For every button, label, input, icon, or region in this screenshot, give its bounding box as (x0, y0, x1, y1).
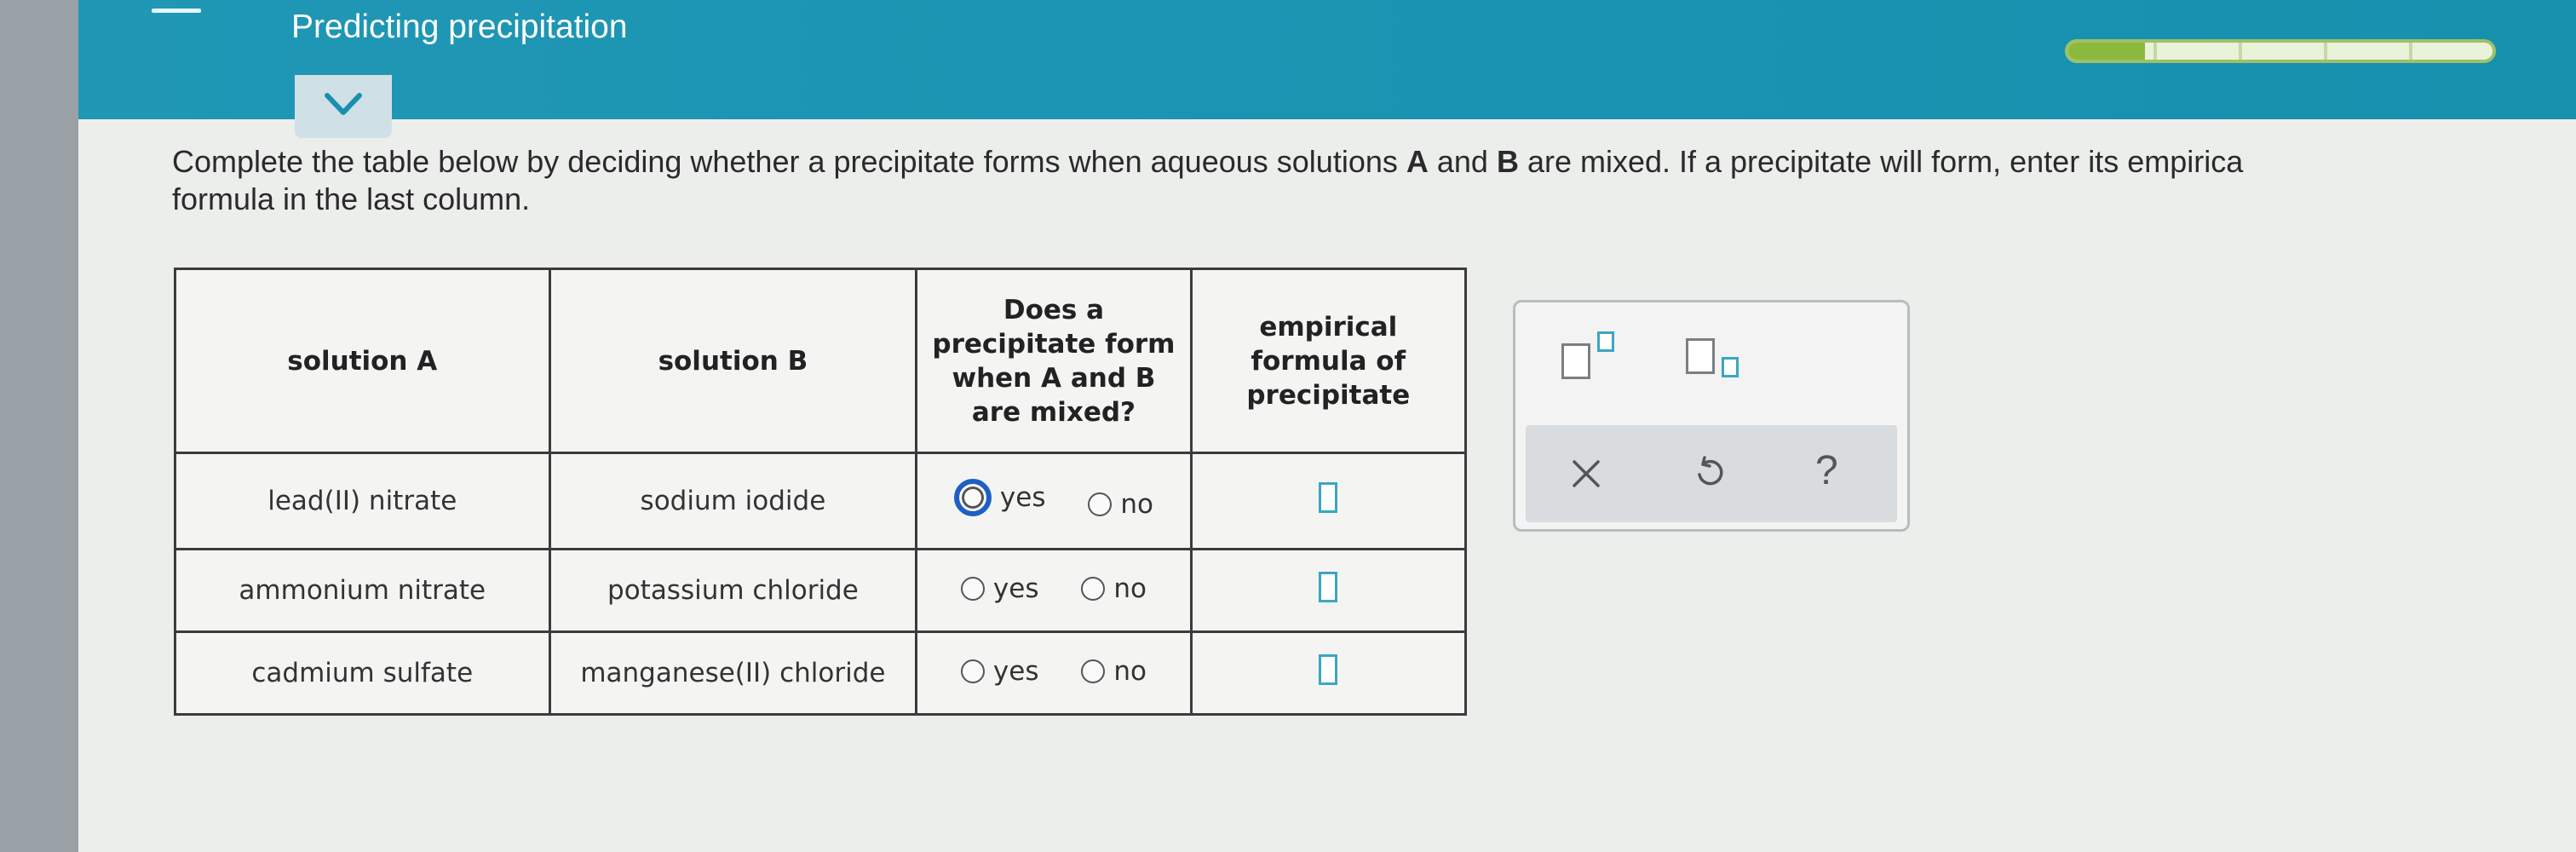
radio-circle-icon[interactable] (1081, 576, 1106, 601)
radio-no[interactable]: no (1088, 489, 1153, 520)
cell-solution-a: lead(II) nitrate (174, 452, 551, 550)
table-row: cadmium sulfate manganese(II) chloride y… (174, 630, 1468, 717)
progress-segment-divider (2153, 43, 2157, 60)
subscript-icon[interactable] (1686, 331, 1754, 400)
table-row: ammonium nitrate potassium chloride yes … (174, 547, 1468, 633)
toolbox-template-row (1515, 302, 1907, 422)
cell-solution-b: manganese(II) chloride (548, 630, 918, 717)
cell-precipitate-choice: yes no (915, 547, 1193, 633)
progress-segment-divider (2239, 43, 2242, 60)
cell-formula (1189, 547, 1468, 633)
radio-yes[interactable]: yes (960, 656, 1039, 687)
formula-input[interactable] (1319, 481, 1338, 513)
menu-icon[interactable] (152, 9, 201, 13)
table-row: lead(II) nitrate sodium iodide yes no (174, 452, 1468, 550)
radio-circle-icon[interactable] (1081, 659, 1106, 683)
collapse-toggle-button[interactable] (295, 75, 392, 138)
header-solution-b: solution B (548, 268, 918, 454)
header-empirical-formula: empirical formula of precipitate (1189, 268, 1468, 454)
formula-toolbox: ? (1513, 300, 1910, 532)
progress-segment-divider (2324, 43, 2327, 60)
superscript-box (1597, 331, 1614, 352)
toolbox-action-row: ? (1526, 425, 1897, 522)
radio-yes[interactable]: yes (960, 573, 1039, 604)
chevron-down-icon (325, 93, 362, 115)
cell-solution-b: sodium iodide (548, 452, 918, 550)
precipitation-table: solution A solution B Does a precipitate… (174, 268, 1468, 717)
formula-input[interactable] (1319, 571, 1338, 602)
radio-no[interactable]: no (1081, 573, 1147, 604)
radio-yes[interactable]: yes (953, 478, 1046, 516)
progress-segment-divider (2409, 43, 2412, 60)
base-box (1686, 338, 1715, 374)
cell-formula (1189, 630, 1468, 717)
radio-circle-icon[interactable] (1088, 492, 1113, 516)
cell-formula (1189, 452, 1468, 550)
table-header-row: solution A solution B Does a precipitate… (174, 268, 1468, 454)
instructions-line-1: Complete the table below by deciding whe… (172, 144, 2244, 179)
superscript-icon[interactable] (1561, 331, 1630, 400)
cell-precipitate-choice: yes no (915, 452, 1193, 550)
header-solution-a: solution A (174, 268, 551, 454)
instructions-line-2: formula in the last column. (172, 181, 531, 216)
header-precipitate-question: Does a precipitate form when A and B are… (915, 268, 1193, 454)
cell-solution-b: potassium chloride (548, 547, 918, 633)
radio-circle-icon[interactable] (960, 659, 985, 683)
progress-fill (2068, 43, 2145, 60)
instructions-text: Complete the table below by deciding whe… (172, 143, 2557, 218)
radio-no[interactable]: no (1081, 656, 1147, 687)
formula-input[interactable] (1319, 653, 1338, 685)
undo-icon[interactable] (1693, 456, 1727, 492)
cell-solution-a: ammonium nitrate (174, 547, 551, 633)
radio-circle-icon[interactable] (960, 576, 985, 601)
clear-icon[interactable] (1572, 459, 1601, 488)
page-title: Predicting precipitation (291, 9, 628, 45)
base-box (1561, 343, 1590, 379)
radio-circle-icon[interactable] (953, 478, 992, 516)
cell-precipitate-choice: yes no (915, 630, 1193, 717)
cell-solution-a: cadmium sulfate (174, 630, 551, 717)
progress-bar (2065, 39, 2496, 63)
help-icon[interactable]: ? (1815, 447, 1838, 494)
subscript-box (1722, 357, 1739, 377)
